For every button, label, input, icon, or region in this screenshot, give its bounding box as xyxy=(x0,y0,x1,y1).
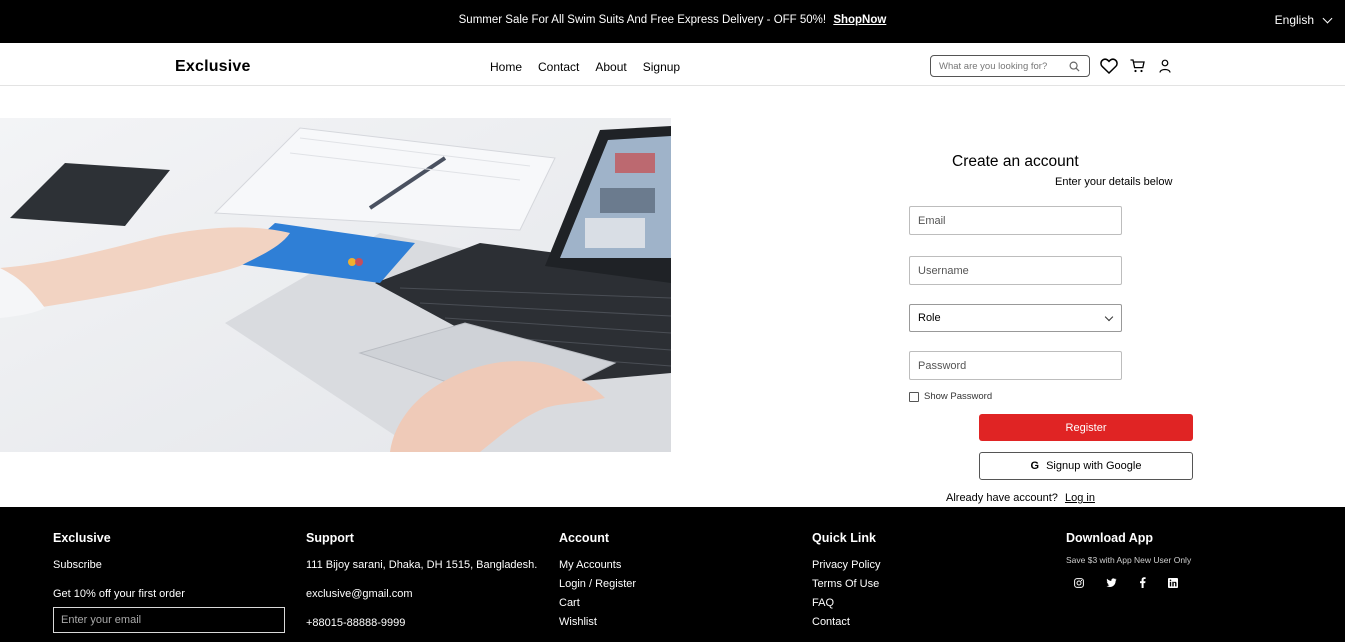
nav-contact[interactable]: Contact xyxy=(538,60,579,74)
language-selector[interactable]: English xyxy=(1274,13,1333,27)
nav-home[interactable]: Home xyxy=(490,60,522,74)
hero-image xyxy=(0,118,671,452)
social-links xyxy=(1066,575,1191,593)
footer-col-download: Download App Save $3 with App New User O… xyxy=(1066,531,1191,593)
footer-col-account: Account My Accounts Login / Register Car… xyxy=(559,531,636,635)
instagram-icon[interactable] xyxy=(1074,575,1084,593)
footer-phone[interactable]: +88015-88888-9999 xyxy=(306,617,537,629)
newsletter-email-input[interactable] xyxy=(53,607,285,633)
footer-title-support: Support xyxy=(306,531,354,545)
footer-subscribe: Subscribe xyxy=(53,559,102,571)
promo-banner: Summer Sale For All Swim Suits And Free … xyxy=(0,14,1345,26)
footer-link-privacy[interactable]: Privacy Policy xyxy=(812,559,880,571)
show-password-label[interactable]: Show Password xyxy=(924,391,992,402)
footer-email[interactable]: exclusive@gmail.com xyxy=(306,588,537,600)
site-header: Exclusive Home Contact About Signup xyxy=(0,43,1345,86)
shop-now-link[interactable]: ShopNow xyxy=(833,14,886,26)
heart-icon[interactable] xyxy=(1100,58,1118,79)
search-icon[interactable] xyxy=(1069,61,1080,72)
nav-about[interactable]: About xyxy=(595,60,626,74)
footer-link-cart[interactable]: Cart xyxy=(559,597,636,609)
footer-title-account: Account xyxy=(559,531,609,545)
email-field[interactable] xyxy=(909,206,1122,235)
login-link[interactable]: Log in xyxy=(1065,492,1095,504)
form-subtitle: Enter your details below xyxy=(1055,176,1173,188)
footer-link-login-register[interactable]: Login / Register xyxy=(559,578,636,590)
cart-icon[interactable] xyxy=(1130,59,1145,78)
username-field[interactable] xyxy=(909,256,1122,285)
role-select-value: Role xyxy=(918,312,941,324)
footer-link-contact[interactable]: Contact xyxy=(812,616,880,628)
app-promo-note: Save $3 with App New User Only xyxy=(1066,555,1192,565)
user-icon[interactable] xyxy=(1159,59,1171,78)
footer-link-wishlist[interactable]: Wishlist xyxy=(559,616,636,628)
footer-link-my-accounts[interactable]: My Accounts xyxy=(559,559,636,571)
footer-offer: Get 10% off your first order xyxy=(53,588,185,600)
footer-title-exclusive: Exclusive xyxy=(53,531,111,545)
site-logo[interactable]: Exclusive xyxy=(175,58,251,76)
show-password-checkbox[interactable] xyxy=(909,391,919,402)
form-title: Create an account xyxy=(952,153,1079,170)
search-input[interactable] xyxy=(939,60,1069,72)
footer-address: 111 Bijoy sarani, Dhaka, DH 1515, Bangla… xyxy=(306,559,538,571)
register-button[interactable]: Register xyxy=(979,414,1193,441)
footer-link-faq[interactable]: FAQ xyxy=(812,597,880,609)
login-prompt-text: Already have account? xyxy=(946,492,1058,504)
top-banner: Summer Sale For All Swim Suits And Free … xyxy=(0,0,1345,43)
footer-title-download: Download App xyxy=(1066,531,1154,545)
main-nav: Home Contact About Signup xyxy=(490,60,696,74)
footer-col-exclusive: Exclusive Subscribe Get 10% off your fir… xyxy=(53,531,285,633)
google-signup-label: Signup with Google xyxy=(1046,460,1142,472)
chevron-down-icon xyxy=(1322,13,1333,23)
show-password-toggle: Show Password xyxy=(909,391,992,402)
facebook-icon[interactable] xyxy=(1139,575,1146,593)
nav-signup[interactable]: Signup xyxy=(643,60,680,74)
google-icon: G xyxy=(1030,460,1040,472)
promo-text: Summer Sale For All Swim Suits And Free … xyxy=(458,14,827,26)
twitter-icon[interactable] xyxy=(1106,575,1117,593)
login-prompt: Already have account? Log in xyxy=(946,492,1095,504)
footer-col-quick-link: Quick Link Privacy Policy Terms Of Use F… xyxy=(812,531,880,635)
chevron-down-icon xyxy=(1104,312,1114,321)
site-footer: Exclusive Subscribe Get 10% off your fir… xyxy=(0,507,1345,642)
footer-col-support: Support 111 Bijoy sarani, Dhaka, DH 1515… xyxy=(306,531,537,638)
footer-link-terms[interactable]: Terms Of Use xyxy=(812,578,880,590)
role-select[interactable]: Role xyxy=(909,304,1122,332)
password-field[interactable] xyxy=(909,351,1122,380)
google-signup-button[interactable]: G Signup with Google xyxy=(979,452,1193,480)
language-label: English xyxy=(1274,13,1314,27)
footer-title-quick-link: Quick Link xyxy=(812,531,876,545)
linkedin-icon[interactable] xyxy=(1168,575,1178,593)
search-bar xyxy=(930,55,1090,77)
